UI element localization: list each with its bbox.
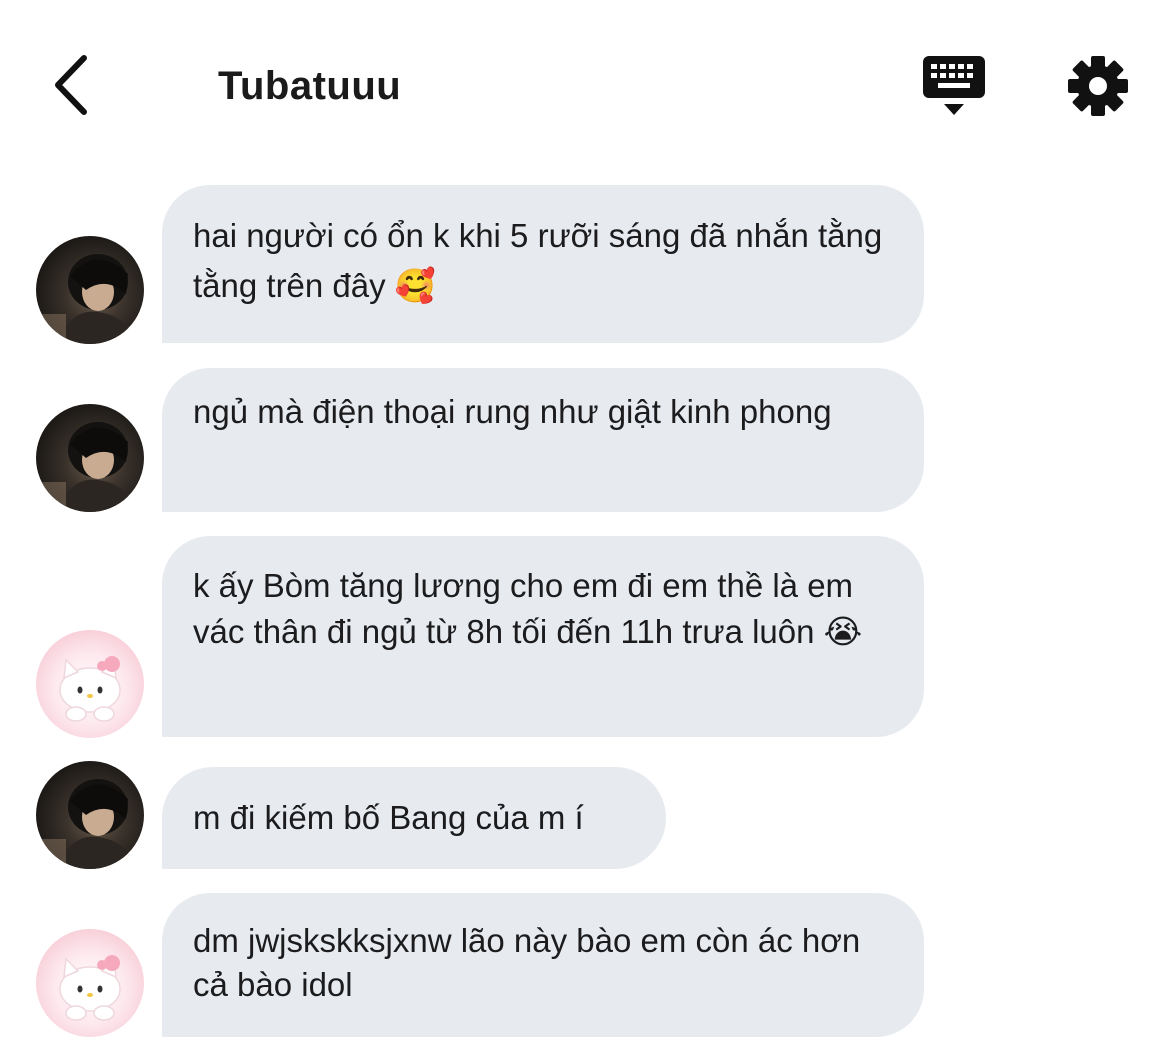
avatar-photo	[36, 422, 136, 512]
message-bubble[interactable]: dm jwjskskksjxnw lão này bào em còn ác h…	[162, 893, 924, 1037]
avatar[interactable]	[36, 630, 144, 738]
keyboard-icon	[923, 56, 985, 115]
chevron-left-icon	[55, 55, 87, 115]
avatar[interactable]	[36, 404, 144, 512]
avatar[interactable]	[36, 929, 144, 1037]
message-row: hai người có ổn k khi 5 rưỡi sáng đã nhắ…	[0, 185, 1170, 345]
message-text: m đi kiếm bố Bang của m í	[193, 799, 584, 836]
message-row: ngủ mà điện thoại rung như giật kinh pho…	[0, 368, 1170, 512]
chat-title[interactable]: Tubatuuu	[218, 60, 401, 112]
avatar-photo	[36, 779, 136, 869]
avatar[interactable]	[36, 236, 144, 344]
message-text: k ấy Bòm tăng lương cho em đi em thề là …	[193, 567, 863, 650]
keyboard-button[interactable]	[918, 52, 990, 122]
message-row: m đi kiếm bố Bang của m í	[0, 761, 1170, 869]
message-bubble[interactable]: hai người có ổn k khi 5 rưỡi sáng đã nhắ…	[162, 185, 924, 343]
message-text: ngủ mà điện thoại rung như giật kinh pho…	[193, 393, 832, 430]
message-row: dm jwjskskksjxnw lão này bào em còn ác h…	[0, 893, 1170, 1037]
message-bubble[interactable]: m đi kiếm bố Bang của m í	[162, 767, 666, 869]
gear-icon	[1068, 56, 1128, 116]
back-button[interactable]	[40, 50, 100, 120]
message-text: dm jwjskskksjxnw lão này bào em còn ác h…	[193, 922, 861, 1003]
message-list[interactable]: hai người có ổn k khi 5 rưỡi sáng đã nhắ…	[0, 170, 1170, 1053]
avatar-photo	[59, 955, 121, 1021]
chat-header: Tubatuuu	[0, 0, 1170, 170]
avatar-photo	[59, 656, 121, 722]
avatar[interactable]	[36, 761, 144, 869]
settings-button[interactable]	[1064, 52, 1132, 120]
message-bubble[interactable]: k ấy Bòm tăng lương cho em đi em thề là …	[162, 536, 924, 737]
message-row: k ấy Bòm tăng lương cho em đi em thề là …	[0, 536, 1170, 738]
message-bubble[interactable]: ngủ mà điện thoại rung như giật kinh pho…	[162, 368, 924, 512]
avatar-photo	[36, 254, 136, 344]
message-text: hai người có ổn k khi 5 rưỡi sáng đã nhắ…	[193, 217, 883, 304]
